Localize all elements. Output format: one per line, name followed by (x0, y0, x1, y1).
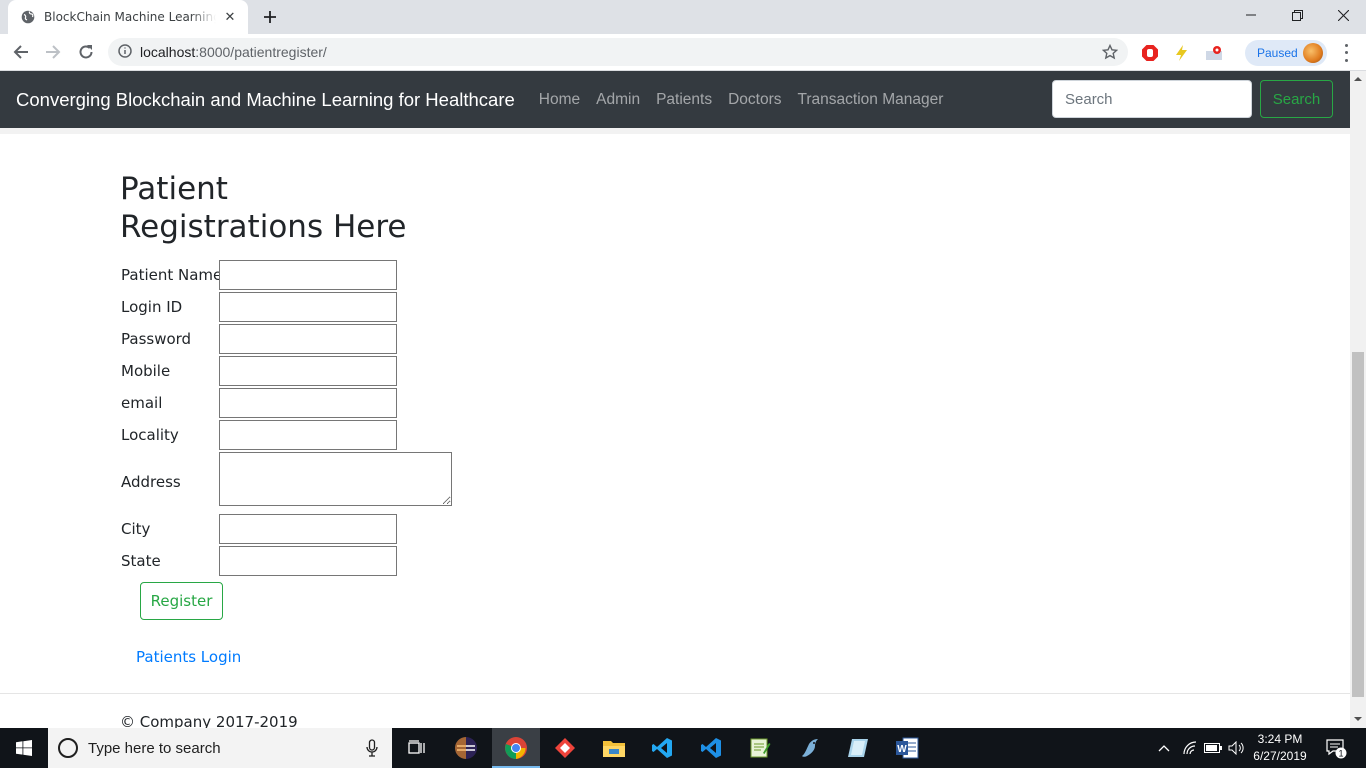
locality-field[interactable] (219, 420, 397, 450)
navbar-search-input[interactable] (1052, 80, 1252, 118)
nav-link-patients[interactable]: Patients (648, 91, 720, 109)
anydesk-app-icon[interactable] (541, 728, 589, 768)
page-title: Patient Registrations Here (120, 171, 407, 245)
close-window-icon[interactable] (1320, 0, 1366, 30)
avatar (1303, 43, 1323, 63)
address-textarea[interactable] (219, 452, 452, 506)
password-field[interactable] (219, 324, 397, 354)
new-tab-icon[interactable] (258, 5, 282, 29)
tab-title: BlockChain Machine Learning · Bl (44, 10, 216, 24)
state-label: State (121, 552, 161, 570)
bookmark-star-icon[interactable] (1101, 43, 1119, 64)
info-icon[interactable] (118, 43, 132, 62)
scrollbar-thumb[interactable] (1352, 352, 1364, 697)
login-id-field[interactable] (219, 292, 397, 322)
patient-name-field[interactable] (219, 260, 397, 290)
globe-icon (20, 9, 36, 25)
microphone-icon[interactable] (366, 739, 378, 761)
minimize-icon[interactable] (1228, 0, 1274, 30)
adblock-extension-icon[interactable] (1140, 43, 1160, 63)
clock-time: 3:24 PM (1257, 732, 1303, 746)
browser-toolbar: localhost:8000/patientregister/ (0, 34, 1366, 71)
city-label: City (121, 520, 151, 538)
task-view-icon[interactable] (394, 728, 442, 768)
svg-text:W: W (897, 744, 907, 755)
taskbar-search-placeholder: Type here to search (88, 739, 221, 757)
browser-menu-icon[interactable] (1338, 42, 1354, 64)
mobile-field[interactable] (219, 356, 397, 386)
page-scrollbar[interactable] (1350, 71, 1366, 728)
mysql-workbench-icon[interactable] (786, 728, 834, 768)
taskbar-search-box[interactable]: Type here to search (48, 728, 392, 768)
content-divider (0, 128, 1350, 134)
nav-link-home[interactable]: Home (531, 91, 588, 109)
notification-count: 1 (1338, 749, 1343, 759)
word-app-icon[interactable]: W (883, 728, 931, 768)
state-field[interactable] (219, 546, 397, 576)
file-explorer-icon[interactable] (590, 728, 638, 768)
email-label: email (121, 394, 163, 412)
password-label: Password (121, 330, 192, 348)
restore-icon[interactable] (1274, 0, 1320, 30)
reload-icon[interactable] (73, 39, 99, 65)
url-text: localhost:8000/patientregister/ (140, 44, 327, 60)
address-bar[interactable]: localhost:8000/patientregister/ (108, 38, 1128, 66)
vscode-second-app-icon[interactable] (687, 728, 735, 768)
browser-tab-strip: BlockChain Machine Learning · Bl ✕ (0, 0, 1366, 34)
register-button[interactable]: Register (140, 582, 223, 620)
profile-button[interactable]: Paused (1245, 40, 1327, 66)
forward-icon[interactable] (40, 39, 66, 65)
patient-name-label: Patient Name (121, 266, 223, 284)
taskbar-clock[interactable]: 3:24 PM 6/27/2019 (1246, 731, 1314, 765)
city-field[interactable] (219, 514, 397, 544)
login-id-label: Login ID (121, 298, 183, 316)
volume-icon[interactable] (1226, 728, 1246, 768)
cortana-icon (58, 738, 78, 758)
lightning-extension-icon[interactable] (1171, 43, 1191, 63)
notepad-app-icon[interactable] (736, 728, 784, 768)
scroll-down-icon[interactable] (1350, 711, 1366, 727)
mobile-label: Mobile (121, 362, 171, 380)
vscode-app-icon[interactable] (638, 728, 686, 768)
patients-login-link[interactable]: Patients Login (136, 648, 241, 666)
email-field[interactable] (219, 388, 397, 418)
footer-divider (0, 693, 1350, 694)
address-label: Address (121, 473, 181, 491)
browser-tab[interactable]: BlockChain Machine Learning · Bl ✕ (8, 0, 248, 34)
site-navbar: Converging Blockchain and Machine Learni… (0, 71, 1350, 128)
chrome-app-icon[interactable] (492, 728, 540, 768)
show-hidden-icons-icon[interactable] (1154, 728, 1174, 768)
nav-links: Home Admin Patients Doctors Transaction … (531, 91, 952, 109)
windows-start-icon[interactable] (0, 728, 48, 768)
nav-link-admin[interactable]: Admin (588, 91, 648, 109)
wifi-icon[interactable] (1180, 728, 1200, 768)
eclipse-app-icon[interactable] (442, 728, 490, 768)
glass-app-icon[interactable] (834, 728, 882, 768)
navbar-search-button[interactable]: Search (1260, 80, 1333, 118)
profile-status-label: Paused (1257, 46, 1298, 60)
nav-link-doctors[interactable]: Doctors (720, 91, 789, 109)
back-icon[interactable] (8, 39, 34, 65)
navbar-brand[interactable]: Converging Blockchain and Machine Learni… (16, 89, 515, 111)
close-tab-icon[interactable]: ✕ (222, 9, 238, 25)
action-center-icon[interactable]: 1 (1318, 728, 1354, 768)
locality-label: Locality (121, 426, 179, 444)
taskbar: Type here to search W 3:24 PM 6/27/2019 … (0, 728, 1366, 768)
scroll-up-icon[interactable] (1350, 71, 1366, 87)
clock-date: 6/27/2019 (1253, 749, 1307, 763)
map-extension-icon[interactable] (1204, 43, 1224, 63)
battery-icon[interactable] (1203, 728, 1223, 768)
nav-link-transaction-manager[interactable]: Transaction Manager (790, 91, 952, 109)
